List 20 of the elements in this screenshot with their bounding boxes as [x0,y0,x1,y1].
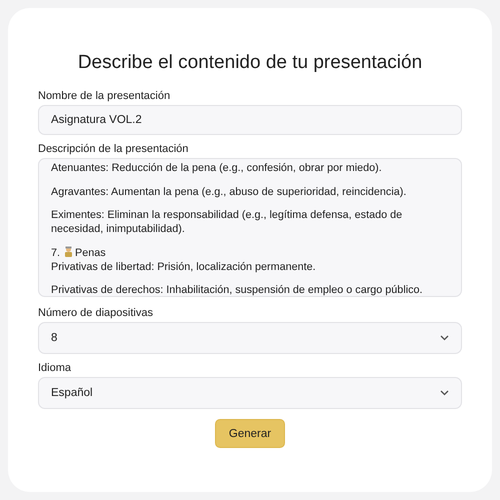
description-text: Eximentes: Eliminan la responsabilidad (e.g., legítima defensa, estado de necesidad, inimputabilidad). [51,209,404,236]
slides-select[interactable]: 8 [38,322,462,354]
field-label: Idioma [38,362,72,374]
language-select[interactable]: Español [38,377,462,409]
section-number: 7. [51,247,60,259]
chevron-down-icon [440,335,449,341]
section-heading: Penas [75,247,106,259]
judge-icon [63,246,74,257]
description-text: Privativas de libertad: Prisión, localización permanente. [51,260,317,274]
description-text: Privativas de derechos: Inhabilitación, suspensión de empleo o cargo público. [51,284,424,296]
description-text: Agravantes: Aumentan la pena (e.g., abuso de superioridad, reincidencia). [51,186,408,199]
generate-button[interactable]: Generar [214,419,286,448]
description-text-area[interactable] [38,158,462,297]
description-text: Atenuantes: Reducción de la pena (e.g., confesión, obrar por miedo). [51,162,383,176]
field-label: Número de diapositivas [38,307,154,319]
chevron-down-icon [440,390,449,396]
field-label: Descripción de la presentación [38,143,190,155]
name-input-field[interactable]: Asignatura VOL.2 [38,105,462,135]
field-label: Nombre de la presentación [38,90,172,102]
form-title: Describe el contenido de tu presentación [76,52,424,74]
